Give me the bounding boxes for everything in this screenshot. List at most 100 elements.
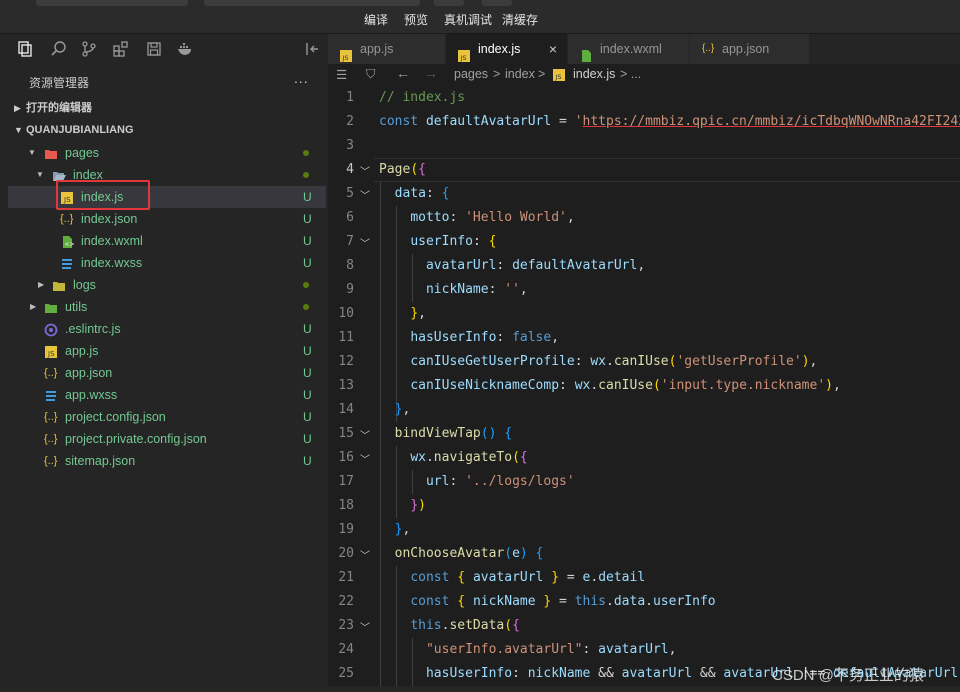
- line-number: 3: [346, 138, 354, 153]
- bookmark-icon[interactable]: ⛉: [366, 67, 375, 82]
- tree-item-logs[interactable]: ▶ logs: [8, 274, 326, 296]
- tree-item-label: app.json: [65, 366, 113, 380]
- list-icon[interactable]: ☰: [336, 67, 347, 82]
- tab-app-json[interactable]: {..} app.json: [690, 34, 810, 64]
- untracked-badge: U: [303, 256, 312, 270]
- tab-index-wxml[interactable]: index.wxml: [568, 34, 690, 64]
- explorer-icon[interactable]: [16, 40, 34, 58]
- line-number: 17: [338, 474, 354, 489]
- json-file-icon: {..}: [44, 411, 58, 423]
- extensions-icon[interactable]: [112, 40, 130, 58]
- compile-button[interactable]: 编译: [364, 11, 388, 28]
- tab-app-js[interactable]: JS app.js: [328, 34, 446, 64]
- untracked-badge: U: [303, 190, 312, 204]
- tab-label: app.json: [722, 42, 770, 56]
- breadcrumb-item[interactable]: pages: [454, 67, 488, 81]
- docker-icon[interactable]: [176, 40, 194, 58]
- fold-chevron-icon[interactable]: ﹀: [360, 187, 370, 202]
- code-editor[interactable]: 1 2 3 4 5 6 7 8 9 10 11 12 13 14 15 16 1…: [328, 86, 960, 686]
- json-file-icon: {..}: [44, 367, 58, 379]
- tree-item-app-json[interactable]: {..} app.json U: [8, 362, 326, 384]
- tree-item-eslintrc[interactable]: .eslintrc.js U: [8, 318, 326, 340]
- breadcrumb: ☰ ⛉ ← → pages > index > JS index.js > ..…: [328, 64, 960, 86]
- code-line: hasUserInfo: false,: [410, 330, 560, 345]
- wxml-file-icon: <>: [60, 234, 75, 248]
- toolbar-icon-button[interactable]: [434, 0, 464, 6]
- breadcrumb-item[interactable]: index.js: [573, 67, 615, 81]
- css-file-icon: [44, 388, 58, 402]
- real-device-debug-button[interactable]: 真机调试: [444, 11, 492, 28]
- close-icon[interactable]: ×: [549, 34, 557, 64]
- source-control-icon[interactable]: [80, 40, 98, 58]
- line-number: 4: [346, 162, 354, 177]
- line-number: 20: [338, 546, 354, 561]
- code-line: motto: 'Hello World',: [410, 210, 575, 225]
- chevron-right-icon: ▶: [30, 302, 37, 311]
- fold-chevron-icon[interactable]: ﹀: [360, 235, 370, 250]
- tree-item-app-js[interactable]: JS app.js U: [8, 340, 326, 362]
- fold-chevron-icon[interactable]: ﹀: [360, 163, 370, 178]
- mode-select[interactable]: [36, 0, 188, 6]
- tree-item-utils[interactable]: ▶ utils: [8, 296, 326, 318]
- breadcrumb-item[interactable]: index: [505, 67, 535, 81]
- tab-label: app.js: [360, 42, 394, 56]
- fold-chevron-icon[interactable]: ﹀: [360, 547, 370, 562]
- tree-item-label: index.json: [81, 212, 138, 226]
- line-number: 8: [346, 258, 354, 273]
- code-line: nickName: '',: [425, 282, 528, 297]
- tree-item-project-private-config[interactable]: {..} project.private.config.json U: [8, 428, 326, 450]
- project-name: QUANJUBIANLIANG: [26, 124, 134, 136]
- back-arrow-icon[interactable]: ←: [396, 65, 410, 81]
- line-number: 12: [338, 354, 354, 369]
- fold-chevron-icon[interactable]: ﹀: [360, 451, 370, 466]
- js-file-icon: JS: [458, 43, 470, 62]
- tree-item-pages[interactable]: ▼ pages: [8, 142, 326, 164]
- untracked-badge: U: [303, 388, 312, 402]
- tab-label: index.wxml: [600, 42, 662, 56]
- tree-item-index-wxss[interactable]: index.wxss U: [8, 252, 326, 274]
- tree-item-project-config[interactable]: {..} project.config.json U: [8, 406, 326, 428]
- tab-index-js[interactable]: JS index.js ×: [446, 34, 568, 64]
- toolbar-icon-button[interactable]: [482, 0, 512, 6]
- code-line: "userInfo.avatarUrl": avatarUrl,: [425, 642, 677, 657]
- modified-dot: [303, 304, 309, 310]
- code-line: wx.navigateTo({: [410, 450, 528, 465]
- modified-dot: [303, 282, 309, 288]
- json-file-icon: {..}: [44, 433, 58, 445]
- code-line: this.setData({: [410, 618, 520, 633]
- wxml-file-icon: [580, 43, 592, 62]
- project-section[interactable]: ▼ QUANJUBIANLIANG: [14, 120, 134, 140]
- activity-bar: [0, 34, 328, 64]
- open-editors-section[interactable]: ▶ 打开的编辑器: [14, 98, 92, 118]
- collapse-panel-icon[interactable]: [304, 40, 322, 58]
- fold-chevron-icon[interactable]: ﹀: [360, 427, 370, 442]
- tree-item-sitemap[interactable]: {..} sitemap.json U: [8, 450, 326, 472]
- breadcrumb-tail[interactable]: > ...: [620, 67, 641, 81]
- compile-mode-select[interactable]: [204, 0, 420, 6]
- line-number: 23: [338, 618, 354, 633]
- more-actions-button[interactable]: ...: [294, 70, 309, 86]
- untracked-badge: U: [303, 212, 312, 226]
- highlight-box: [56, 180, 150, 210]
- save-icon[interactable]: [145, 40, 163, 58]
- line-number: 14: [338, 402, 354, 417]
- svg-text:JS: JS: [555, 73, 562, 81]
- tree-item-label: index.wxss: [81, 256, 143, 270]
- tree-item-index-wxml[interactable]: <> index.wxml U: [8, 230, 326, 252]
- line-number: 13: [338, 378, 354, 393]
- untracked-badge: U: [303, 454, 312, 468]
- tree-item-label: pages: [65, 146, 100, 160]
- code-line: canIUseGetUserProfile: wx.canIUse('getUs…: [410, 354, 818, 369]
- chevron-down-icon: ▼: [14, 125, 23, 135]
- tree-item-index-json[interactable]: {..} index.json U: [8, 208, 326, 230]
- fold-chevron-icon[interactable]: ﹀: [360, 619, 370, 634]
- preview-button[interactable]: 预览: [404, 11, 428, 28]
- tree-item-app-wxss[interactable]: app.wxss U: [8, 384, 326, 406]
- editor-tabs: JS app.js JS index.js × index.wxml {..} …: [328, 34, 960, 64]
- chevron-down-icon: ▼: [28, 148, 36, 157]
- line-number: 10: [338, 306, 354, 321]
- svg-text:<>: <>: [65, 241, 75, 248]
- clear-cache-button[interactable]: 清缓存: [502, 11, 538, 28]
- forward-arrow-icon[interactable]: →: [424, 65, 438, 81]
- search-icon[interactable]: [50, 40, 68, 58]
